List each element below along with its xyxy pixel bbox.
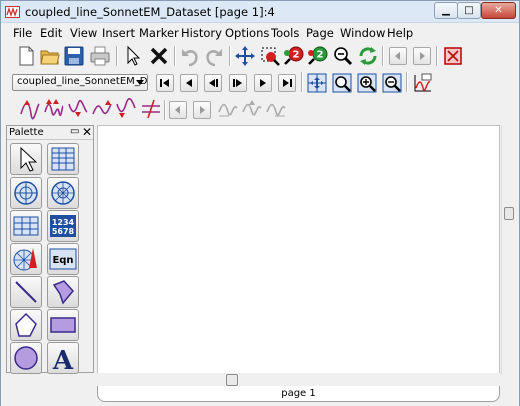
- zoom-in-icon[interactable]: 2: [283, 45, 305, 67]
- delete-icon[interactable]: [148, 45, 170, 67]
- dataset-select[interactable]: coupled_line_SonnetEM_Data: [12, 74, 148, 91]
- next-record-button[interactable]: [254, 74, 272, 92]
- save-icon[interactable]: [63, 45, 85, 67]
- menu-page[interactable]: Page: [306, 26, 334, 40]
- title-bar: coupled_line_SonnetEM_Dataset [page 1]:4…: [1, 1, 519, 23]
- previous-record-button[interactable]: [180, 74, 198, 92]
- palette-equation-button[interactable]: Eqn: [47, 243, 79, 275]
- palette-polyline-button[interactable]: [47, 276, 79, 308]
- menu-bar: File Edit View Insert Marker History Opt…: [1, 24, 519, 42]
- previous-page-button[interactable]: [389, 47, 407, 65]
- menu-options[interactable]: Options: [225, 26, 269, 40]
- step-forward-button[interactable]: [229, 74, 247, 92]
- app-window: coupled_line_SonnetEM_Dataset [page 1]:4…: [0, 0, 520, 406]
- select-pointer-icon[interactable]: [122, 45, 144, 67]
- close-panel-icon[interactable]: ✕: [82, 125, 92, 139]
- print-icon[interactable]: [89, 45, 111, 67]
- plot-trace-icon[interactable]: [412, 72, 434, 94]
- next-page-button[interactable]: [413, 47, 431, 65]
- zoom-out-icon[interactable]: 2: [307, 45, 329, 67]
- palette-numbers-button[interactable]: 1234 5678: [47, 210, 79, 242]
- menu-tools[interactable]: Tools: [271, 26, 299, 40]
- new-file-icon[interactable]: [15, 45, 37, 67]
- palette-text-button[interactable]: A: [47, 342, 79, 376]
- menu-window[interactable]: Window: [340, 26, 385, 40]
- palette-polygon-button[interactable]: [10, 309, 42, 341]
- close-window-button[interactable]: ✕: [481, 2, 516, 19]
- palette-ellipse-button[interactable]: [10, 342, 42, 374]
- menu-history[interactable]: History: [181, 26, 222, 40]
- menu-file[interactable]: File: [13, 26, 32, 40]
- svg-text:2: 2: [293, 50, 300, 61]
- grid-markers-icon[interactable]: [306, 72, 328, 94]
- numbers-row2: 5678: [52, 227, 75, 236]
- zoom-in-grid-icon[interactable]: [356, 72, 378, 94]
- app-logo-icon: [5, 6, 20, 18]
- vertical-scrollbar[interactable]: [501, 125, 516, 375]
- menu-help[interactable]: Help: [387, 26, 413, 40]
- chevron-down-icon: [136, 80, 144, 85]
- svg-text:2: 2: [317, 50, 324, 61]
- menu-marker[interactable]: Marker: [139, 26, 179, 40]
- zoom-box-icon[interactable]: [259, 45, 281, 67]
- palette-header: Palette ▭ ✕: [7, 125, 93, 140]
- main-toolbar: 2 2: [1, 42, 519, 70]
- marker-peak-icon[interactable]: [43, 98, 65, 120]
- dataset-select-value: coupled_line_SonnetEM_Data: [17, 76, 148, 87]
- page-tab-label: page 1: [281, 388, 316, 399]
- zoom-fit-icon[interactable]: [332, 45, 354, 67]
- marker-new-icon[interactable]: [19, 98, 41, 120]
- marker-max-icon[interactable]: [91, 98, 113, 120]
- palette-pointer-button[interactable]: [10, 143, 42, 175]
- page-tab[interactable]: page 1: [97, 386, 500, 402]
- palette-line-button[interactable]: [10, 276, 42, 308]
- numbers-row1: 1234: [52, 218, 75, 227]
- float-panel-icon[interactable]: ▭: [70, 126, 79, 137]
- last-record-button[interactable]: [278, 74, 296, 92]
- marker-search-next-icon[interactable]: [265, 98, 287, 120]
- horizontal-scroll-thumb[interactable]: [226, 374, 238, 386]
- palette-panel: Palette ▭ ✕ 1234 5678 Eqn A: [6, 125, 94, 376]
- palette-title: Palette: [9, 127, 44, 138]
- plot-canvas[interactable]: [97, 125, 500, 375]
- palette-polar-chart-button[interactable]: [47, 177, 79, 209]
- maximize-button[interactable]: □: [457, 2, 481, 19]
- refresh-icon[interactable]: [357, 45, 379, 67]
- marker-delta-icon[interactable]: [140, 98, 162, 120]
- status-bar: [1, 402, 519, 406]
- palette-table-button[interactable]: [47, 143, 79, 175]
- stop-icon[interactable]: [442, 45, 464, 67]
- undo-icon[interactable]: [179, 45, 201, 67]
- menu-insert[interactable]: Insert: [102, 26, 135, 40]
- palette-rectangle-button[interactable]: [47, 309, 79, 341]
- horizontal-scrollbar[interactable]: [97, 373, 500, 387]
- step-back-button[interactable]: [204, 74, 222, 92]
- menu-view[interactable]: View: [70, 26, 97, 40]
- zoom-out-grid-icon[interactable]: [381, 72, 403, 94]
- open-folder-icon[interactable]: [39, 45, 61, 67]
- marker-valley-icon[interactable]: [67, 98, 89, 120]
- marker-min-icon[interactable]: [115, 97, 137, 120]
- marker-search-left-icon[interactable]: [217, 98, 239, 120]
- minimize-button[interactable]: ▁: [434, 2, 458, 19]
- palette-list-button[interactable]: [10, 210, 42, 242]
- text-tool-label: A: [52, 346, 74, 373]
- menu-edit[interactable]: Edit: [40, 26, 62, 40]
- pan-move-icon[interactable]: [234, 45, 256, 67]
- palette-antenna-button[interactable]: [10, 243, 42, 275]
- palette-smith-chart-button[interactable]: [10, 177, 42, 209]
- vertical-scroll-thumb[interactable]: [504, 207, 514, 220]
- zoom-grid-icon[interactable]: [331, 72, 353, 94]
- redo-icon[interactable]: [203, 45, 225, 67]
- marker-search-right-icon[interactable]: [241, 98, 263, 120]
- equation-label: Eqn: [52, 255, 73, 266]
- window-title: coupled_line_SonnetEM_Dataset [page 1]:4: [25, 5, 275, 19]
- marker-previous-button[interactable]: [169, 101, 187, 119]
- first-record-button[interactable]: [156, 74, 174, 92]
- marker-next-button[interactable]: [193, 101, 211, 119]
